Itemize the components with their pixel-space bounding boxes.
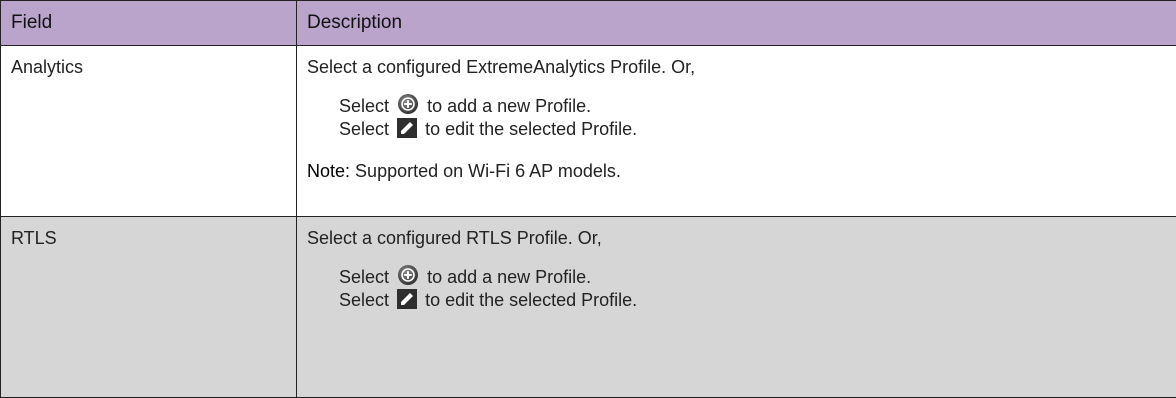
field-name: Analytics [1, 46, 296, 79]
edit-instruction: Select to edit the selected Profile. [339, 288, 1166, 312]
edit-suffix: to edit the selected Profile. [425, 119, 637, 139]
description-cell: Select a configured RTLS Profile. Or, Se… [297, 217, 1176, 398]
field-column-header: Field [1, 1, 297, 46]
add-suffix: to add a new Profile. [427, 96, 591, 116]
add-instruction: Select [339, 264, 1166, 288]
note: Note: Supported on Wi-Fi 6 AP models. [307, 159, 1166, 183]
description-text: Select a configured ExtremeAnalytics Pro… [307, 55, 1166, 79]
table-header-row: Field Description [1, 1, 1176, 46]
edit-prefix: Select [339, 290, 389, 310]
action-list: Select [307, 264, 1166, 312]
field-header-label: Field [1, 12, 296, 34]
edit-suffix: to edit the selected Profile. [425, 290, 637, 310]
note-label: Note: [307, 161, 350, 181]
add-prefix: Select [339, 96, 389, 116]
edit-pencil-icon[interactable] [397, 118, 417, 144]
add-instruction: Select [339, 93, 1166, 117]
field-name: RTLS [1, 217, 296, 250]
table-row-rtls: RTLS Select a configured RTLS Profile. O… [1, 217, 1176, 398]
field-description-table: Field Description Analytics Select a con… [0, 0, 1176, 398]
add-suffix: to add a new Profile. [427, 267, 591, 287]
field-cell: RTLS [1, 217, 297, 398]
add-prefix: Select [339, 267, 389, 287]
action-list: Select [307, 93, 1166, 141]
edit-instruction: Select to edit the selected Profile. [339, 117, 1166, 141]
description-header-label: Description [297, 12, 1176, 34]
edit-pencil-icon[interactable] [397, 289, 417, 315]
table-row-analytics: Analytics Select a configured ExtremeAna… [1, 46, 1176, 217]
description-text: Select a configured RTLS Profile. Or, [307, 226, 1166, 250]
field-cell: Analytics [1, 46, 297, 217]
note-text: Supported on Wi-Fi 6 AP models. [355, 161, 621, 181]
description-column-header: Description [297, 1, 1176, 46]
edit-prefix: Select [339, 119, 389, 139]
description-cell: Select a configured ExtremeAnalytics Pro… [297, 46, 1176, 217]
